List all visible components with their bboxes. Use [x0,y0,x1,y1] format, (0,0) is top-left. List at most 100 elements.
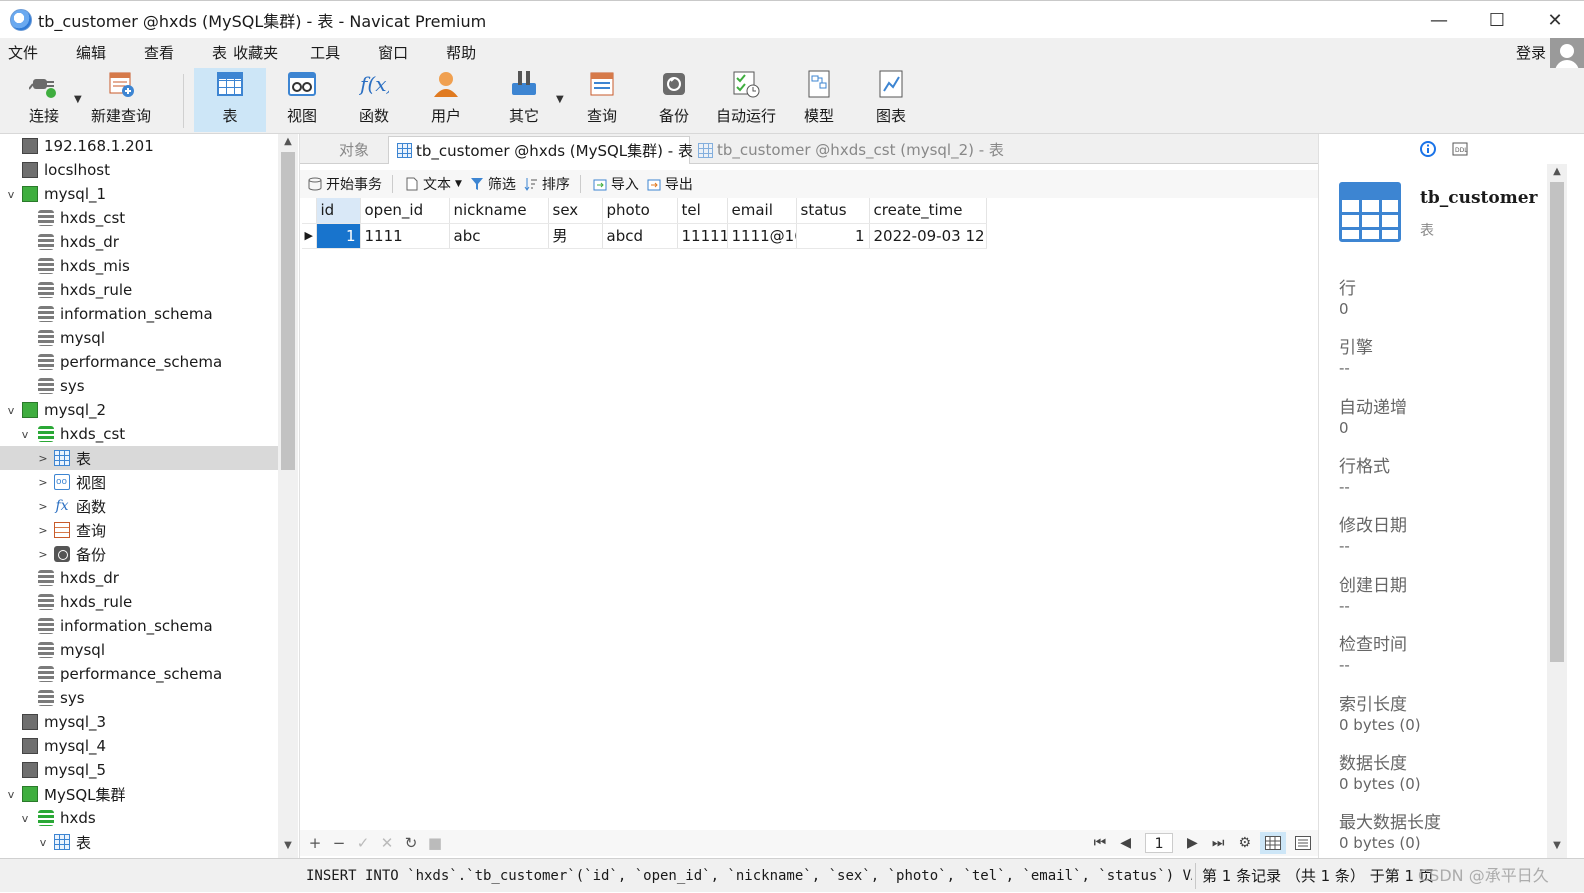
menu-file[interactable]: 文件 [0,38,48,68]
begin-transaction-button[interactable]: 开始事务 [308,170,382,198]
chart-button[interactable]: 图表 [862,68,920,132]
column-header-tel[interactable]: tel [677,198,728,224]
chevron-down-icon[interactable]: v [18,812,32,825]
tree-item-mysql-cluster[interactable]: v MySQL集群 [0,782,278,806]
info-scrollbar[interactable]: ▲ ▼ [1547,164,1567,858]
backup-button[interactable]: 备份 [644,68,704,132]
menu-view[interactable]: 查看 [134,38,184,68]
tree-item-hxds-cst-open[interactable]: v hxds_cst [0,422,278,446]
tab-objects[interactable]: 对象 [320,136,388,164]
import-button[interactable]: 导入 [593,170,639,198]
menu-window[interactable]: 窗口 [368,38,418,68]
avatar[interactable] [1550,38,1584,72]
prev-page-icon[interactable]: ◀ [1120,835,1131,851]
chevron-down-icon[interactable]: v [18,428,32,441]
filter-button[interactable]: 筛选 [470,170,516,198]
column-header-sex[interactable]: sex [548,198,603,224]
cell-status[interactable]: 1 [796,223,870,249]
chevron-right-icon[interactable]: > [36,500,50,513]
tree-item-mysql-1[interactable]: v mysql_1 [0,182,278,206]
connect-dropdown-icon[interactable]: ▼ [74,94,82,105]
tree-item-performance-schema[interactable]: performance_schema [0,350,278,374]
last-page-icon[interactable]: ⏭ [1212,835,1225,851]
function-button[interactable]: f(x) 函数 [342,68,406,132]
tree-item-hxds-dr[interactable]: hxds_dr [0,230,278,254]
cell-open-id[interactable]: 1111 [360,223,450,249]
export-button[interactable]: 导出 [647,170,693,198]
other-dropdown-icon[interactable]: ▼ [556,94,564,105]
grid-view-icon[interactable] [1260,832,1286,854]
minimize-button[interactable]: — [1410,1,1468,39]
other-button[interactable]: 其它 [494,68,554,132]
table-button[interactable]: 表 [194,68,266,132]
chevron-down-icon[interactable]: v [36,836,50,849]
tree-item-192-168-1-201[interactable]: 192.168.1.201 [0,134,278,158]
tree-item-sys[interactable]: sys [0,374,278,398]
chevron-right-icon[interactable]: > [36,548,50,561]
cell-sex[interactable]: 男 [548,223,603,249]
column-header-nickname[interactable]: nickname [449,198,549,224]
cell-id[interactable]: 1 [316,223,361,249]
chevron-right-icon[interactable]: > [36,476,50,489]
tree-item-hxds-mis[interactable]: hxds_mis [0,254,278,278]
menu-tools[interactable]: 工具 [300,38,350,68]
column-header-open-id[interactable]: open_id [360,198,450,224]
tree-scrollbar[interactable]: ▲ ▼ [278,134,298,858]
sort-button[interactable]: 排序 [524,170,570,198]
user-button[interactable]: 用户 [414,68,478,132]
close-button[interactable]: ✕ [1526,1,1584,39]
menu-help[interactable]: 帮助 [436,38,486,68]
tree-item-sys-2[interactable]: sys [0,686,278,710]
scroll-down-icon[interactable]: ▼ [1547,840,1567,856]
tree-item-backups[interactable]: > 备份 [0,542,278,566]
tree-item-mysql-3[interactable]: mysql_3 [0,710,278,734]
tree-item-mysql-db-2[interactable]: mysql [0,638,278,662]
scroll-thumb[interactable] [281,152,295,470]
tree-item-hxds-cst[interactable]: hxds_cst [0,206,278,230]
tree-item-information-schema[interactable]: information_schema [0,302,278,326]
scroll-down-icon[interactable]: ▼ [278,840,298,856]
scroll-up-icon[interactable]: ▲ [1547,166,1567,182]
chevron-down-icon[interactable]: v [4,788,18,801]
chevron-down-icon[interactable]: v [4,404,18,417]
chevron-right-icon[interactable]: > [36,452,50,465]
tree-item-hxds-dr-2[interactable]: hxds_dr [0,566,278,590]
tree-item-mysql-4[interactable]: mysql_4 [0,734,278,758]
model-button[interactable]: 模型 [790,68,848,132]
menu-edit[interactable]: 编辑 [66,38,116,68]
cell-tel[interactable]: 11111 [677,223,728,249]
refresh-icon[interactable]: ↻ [402,834,420,852]
tab-tb-customer-hxds-cst[interactable]: tb_customer @hxds_cst (mysql_2) - 表 [690,136,1004,164]
column-header-id[interactable]: id [316,198,361,224]
tree-item-mysql-5[interactable]: mysql_5 [0,758,278,782]
ddl-icon[interactable]: DDL [1451,140,1469,158]
tree-item-hxds-rule[interactable]: hxds_rule [0,278,278,302]
cell-nickname[interactable]: abc [449,223,549,249]
tree-item-functions[interactable]: > fx 函数 [0,494,278,518]
table-row[interactable]: ▶ 1 1111 abc 男 abcd 11111 1111@16 1 2022… [302,223,987,249]
discard-changes-icon[interactable]: ✕ [378,834,396,852]
tree-item-hxds-rule-2[interactable]: hxds_rule [0,590,278,614]
column-header-email[interactable]: email [727,198,797,224]
cell-photo[interactable]: abcd [602,223,678,249]
column-header-photo[interactable]: photo [602,198,678,224]
add-record-icon[interactable]: + [306,834,324,852]
column-header-status[interactable]: status [796,198,870,224]
chevron-right-icon[interactable]: > [36,524,50,537]
menu-favorites[interactable]: 收藏夹 [231,38,288,68]
column-header-create-time[interactable]: create_time [869,198,987,224]
tree-item-locslhost[interactable]: locslhost [0,158,278,182]
login-link[interactable]: 登录 [1516,38,1546,68]
form-view-icon[interactable] [1290,832,1316,854]
next-page-icon[interactable]: ▶ [1187,835,1198,851]
settings-gear-icon[interactable]: ⚙ [1238,835,1251,851]
tree-item-tables[interactable]: > 表 [0,446,278,470]
maximize-button[interactable]: ☐ [1468,1,1526,39]
tree-item-hxds[interactable]: v hxds [0,806,278,830]
first-page-icon[interactable]: ⏮ [1094,835,1107,851]
menu-table[interactable]: 表 [202,38,231,68]
tree-item-views[interactable]: > 视图 [0,470,278,494]
scroll-up-icon[interactable]: ▲ [278,136,298,152]
delete-record-icon[interactable]: − [330,834,348,852]
autorun-button[interactable]: 自动运行 [712,68,780,132]
